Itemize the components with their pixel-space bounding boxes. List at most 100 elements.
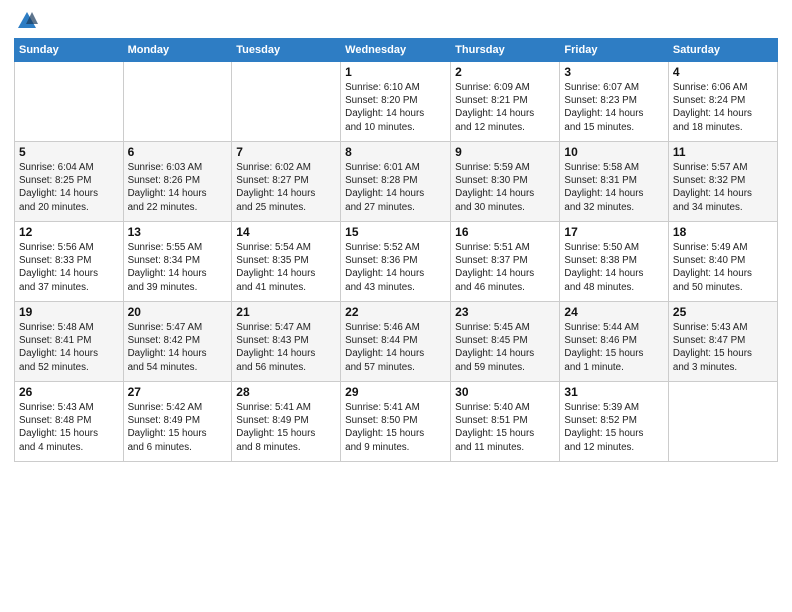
calendar-cell: 9 Sunrise: 5:59 AM Sunset: 8:30 PM Daylig… [451, 142, 560, 222]
day-number: 15 [345, 225, 446, 239]
calendar-cell: 17 Sunrise: 5:50 AM Sunset: 8:38 PM Dayli… [560, 222, 668, 302]
day-of-week-header: Tuesday [232, 39, 341, 62]
day-info: Sunrise: 5:46 AM Sunset: 8:44 PM Dayligh… [345, 321, 446, 374]
day-number: 31 [564, 385, 663, 399]
calendar-cell: 10 Sunrise: 5:58 AM Sunset: 8:31 PM Dayli… [560, 142, 668, 222]
day-info: Sunrise: 5:44 AM Sunset: 8:46 PM Dayligh… [564, 321, 663, 374]
calendar-cell: 29 Sunrise: 5:41 AM Sunset: 8:50 PM Dayli… [341, 382, 451, 462]
day-info: Sunrise: 5:58 AM Sunset: 8:31 PM Dayligh… [564, 161, 663, 214]
day-of-week-header: Monday [123, 39, 232, 62]
calendar-cell: 5Sunrise: 6:04 AM Sunset: 8:25 PM Daylig… [15, 142, 124, 222]
calendar-cell: 23 Sunrise: 5:45 AM Sunset: 8:45 PM Dayli… [451, 302, 560, 382]
day-info: Sunrise: 5:55 AM Sunset: 8:34 PM Dayligh… [128, 241, 228, 294]
day-number: 10 [564, 145, 663, 159]
day-info: Sunrise: 6:02 AM Sunset: 8:27 PM Dayligh… [236, 161, 336, 214]
calendar-cell [668, 382, 777, 462]
logo-icon [16, 10, 38, 32]
day-number: 26 [19, 385, 119, 399]
day-info: Sunrise: 6:06 AM Sunset: 8:24 PM Dayligh… [673, 81, 773, 134]
day-number: 20 [128, 305, 228, 319]
calendar-cell: 27Sunrise: 5:42 AM Sunset: 8:49 PM Dayli… [123, 382, 232, 462]
calendar-cell: 30 Sunrise: 5:40 AM Sunset: 8:51 PM Dayli… [451, 382, 560, 462]
calendar-week-row: 19 Sunrise: 5:48 AM Sunset: 8:41 PM Dayli… [15, 302, 778, 382]
day-info: Sunrise: 5:39 AM Sunset: 8:52 PM Dayligh… [564, 401, 663, 454]
day-info: Sunrise: 6:04 AM Sunset: 8:25 PM Dayligh… [19, 161, 119, 214]
calendar-cell: 20 Sunrise: 5:47 AM Sunset: 8:42 PM Dayli… [123, 302, 232, 382]
calendar-header-row: SundayMondayTuesdayWednesdayThursdayFrid… [15, 39, 778, 62]
calendar-week-row: 26 Sunrise: 5:43 AM Sunset: 8:48 PM Dayli… [15, 382, 778, 462]
calendar-cell: 22 Sunrise: 5:46 AM Sunset: 8:44 PM Dayli… [341, 302, 451, 382]
day-info: Sunrise: 5:41 AM Sunset: 8:49 PM Dayligh… [236, 401, 336, 454]
page: SundayMondayTuesdayWednesdayThursdayFrid… [0, 0, 792, 612]
calendar-cell: 28 Sunrise: 5:41 AM Sunset: 8:49 PM Dayli… [232, 382, 341, 462]
calendar-cell: 12 Sunrise: 5:56 AM Sunset: 8:33 PM Dayli… [15, 222, 124, 302]
day-number: 4 [673, 65, 773, 79]
calendar-cell: 24Sunrise: 5:44 AM Sunset: 8:46 PM Dayli… [560, 302, 668, 382]
day-info: Sunrise: 5:41 AM Sunset: 8:50 PM Dayligh… [345, 401, 446, 454]
day-number: 21 [236, 305, 336, 319]
day-info: Sunrise: 5:40 AM Sunset: 8:51 PM Dayligh… [455, 401, 555, 454]
day-info: Sunrise: 5:42 AM Sunset: 8:49 PM Dayligh… [128, 401, 228, 454]
day-number: 28 [236, 385, 336, 399]
day-info: Sunrise: 5:47 AM Sunset: 8:43 PM Dayligh… [236, 321, 336, 374]
calendar-cell: 19 Sunrise: 5:48 AM Sunset: 8:41 PM Dayli… [15, 302, 124, 382]
day-number: 6 [128, 145, 228, 159]
calendar-cell: 31 Sunrise: 5:39 AM Sunset: 8:52 PM Dayli… [560, 382, 668, 462]
day-of-week-header: Friday [560, 39, 668, 62]
day-of-week-header: Saturday [668, 39, 777, 62]
day-info: Sunrise: 5:51 AM Sunset: 8:37 PM Dayligh… [455, 241, 555, 294]
calendar-cell [15, 62, 124, 142]
day-info: Sunrise: 5:45 AM Sunset: 8:45 PM Dayligh… [455, 321, 555, 374]
calendar-cell: 16 Sunrise: 5:51 AM Sunset: 8:37 PM Dayli… [451, 222, 560, 302]
day-number: 7 [236, 145, 336, 159]
calendar-cell: 21 Sunrise: 5:47 AM Sunset: 8:43 PM Dayli… [232, 302, 341, 382]
day-info: Sunrise: 5:48 AM Sunset: 8:41 PM Dayligh… [19, 321, 119, 374]
day-info: Sunrise: 5:47 AM Sunset: 8:42 PM Dayligh… [128, 321, 228, 374]
calendar-week-row: 1 Sunrise: 6:10 AM Sunset: 8:20 PM Daylig… [15, 62, 778, 142]
day-number: 2 [455, 65, 555, 79]
day-number: 30 [455, 385, 555, 399]
day-number: 17 [564, 225, 663, 239]
day-number: 23 [455, 305, 555, 319]
calendar-cell: 4 Sunrise: 6:06 AM Sunset: 8:24 PM Daylig… [668, 62, 777, 142]
day-number: 1 [345, 65, 446, 79]
day-info: Sunrise: 5:52 AM Sunset: 8:36 PM Dayligh… [345, 241, 446, 294]
calendar-cell: 14Sunrise: 5:54 AM Sunset: 8:35 PM Dayli… [232, 222, 341, 302]
calendar-cell [232, 62, 341, 142]
day-of-week-header: Thursday [451, 39, 560, 62]
day-number: 13 [128, 225, 228, 239]
day-info: Sunrise: 6:10 AM Sunset: 8:20 PM Dayligh… [345, 81, 446, 134]
day-number: 8 [345, 145, 446, 159]
calendar-week-row: 12 Sunrise: 5:56 AM Sunset: 8:33 PM Dayli… [15, 222, 778, 302]
day-info: Sunrise: 6:09 AM Sunset: 8:21 PM Dayligh… [455, 81, 555, 134]
calendar-cell: 3Sunrise: 6:07 AM Sunset: 8:23 PM Daylig… [560, 62, 668, 142]
calendar-cell: 13 Sunrise: 5:55 AM Sunset: 8:34 PM Dayli… [123, 222, 232, 302]
day-info: Sunrise: 5:43 AM Sunset: 8:48 PM Dayligh… [19, 401, 119, 454]
calendar-cell: 15 Sunrise: 5:52 AM Sunset: 8:36 PM Dayli… [341, 222, 451, 302]
day-of-week-header: Wednesday [341, 39, 451, 62]
day-number: 3 [564, 65, 663, 79]
day-number: 19 [19, 305, 119, 319]
calendar-cell: 6 Sunrise: 6:03 AM Sunset: 8:26 PM Daylig… [123, 142, 232, 222]
calendar-cell [123, 62, 232, 142]
day-number: 29 [345, 385, 446, 399]
day-number: 12 [19, 225, 119, 239]
day-info: Sunrise: 5:54 AM Sunset: 8:35 PM Dayligh… [236, 241, 336, 294]
calendar-cell: 1 Sunrise: 6:10 AM Sunset: 8:20 PM Daylig… [341, 62, 451, 142]
day-number: 25 [673, 305, 773, 319]
day-info: Sunrise: 6:01 AM Sunset: 8:28 PM Dayligh… [345, 161, 446, 214]
logo [14, 10, 38, 32]
day-info: Sunrise: 5:50 AM Sunset: 8:38 PM Dayligh… [564, 241, 663, 294]
day-info: Sunrise: 5:57 AM Sunset: 8:32 PM Dayligh… [673, 161, 773, 214]
day-info: Sunrise: 5:49 AM Sunset: 8:40 PM Dayligh… [673, 241, 773, 294]
calendar-cell: 7 Sunrise: 6:02 AM Sunset: 8:27 PM Daylig… [232, 142, 341, 222]
day-number: 22 [345, 305, 446, 319]
day-number: 16 [455, 225, 555, 239]
day-info: Sunrise: 5:59 AM Sunset: 8:30 PM Dayligh… [455, 161, 555, 214]
day-info: Sunrise: 6:03 AM Sunset: 8:26 PM Dayligh… [128, 161, 228, 214]
day-info: Sunrise: 5:56 AM Sunset: 8:33 PM Dayligh… [19, 241, 119, 294]
calendar-cell: 25Sunrise: 5:43 AM Sunset: 8:47 PM Dayli… [668, 302, 777, 382]
calendar-cell: 18 Sunrise: 5:49 AM Sunset: 8:40 PM Dayli… [668, 222, 777, 302]
day-number: 18 [673, 225, 773, 239]
day-number: 9 [455, 145, 555, 159]
